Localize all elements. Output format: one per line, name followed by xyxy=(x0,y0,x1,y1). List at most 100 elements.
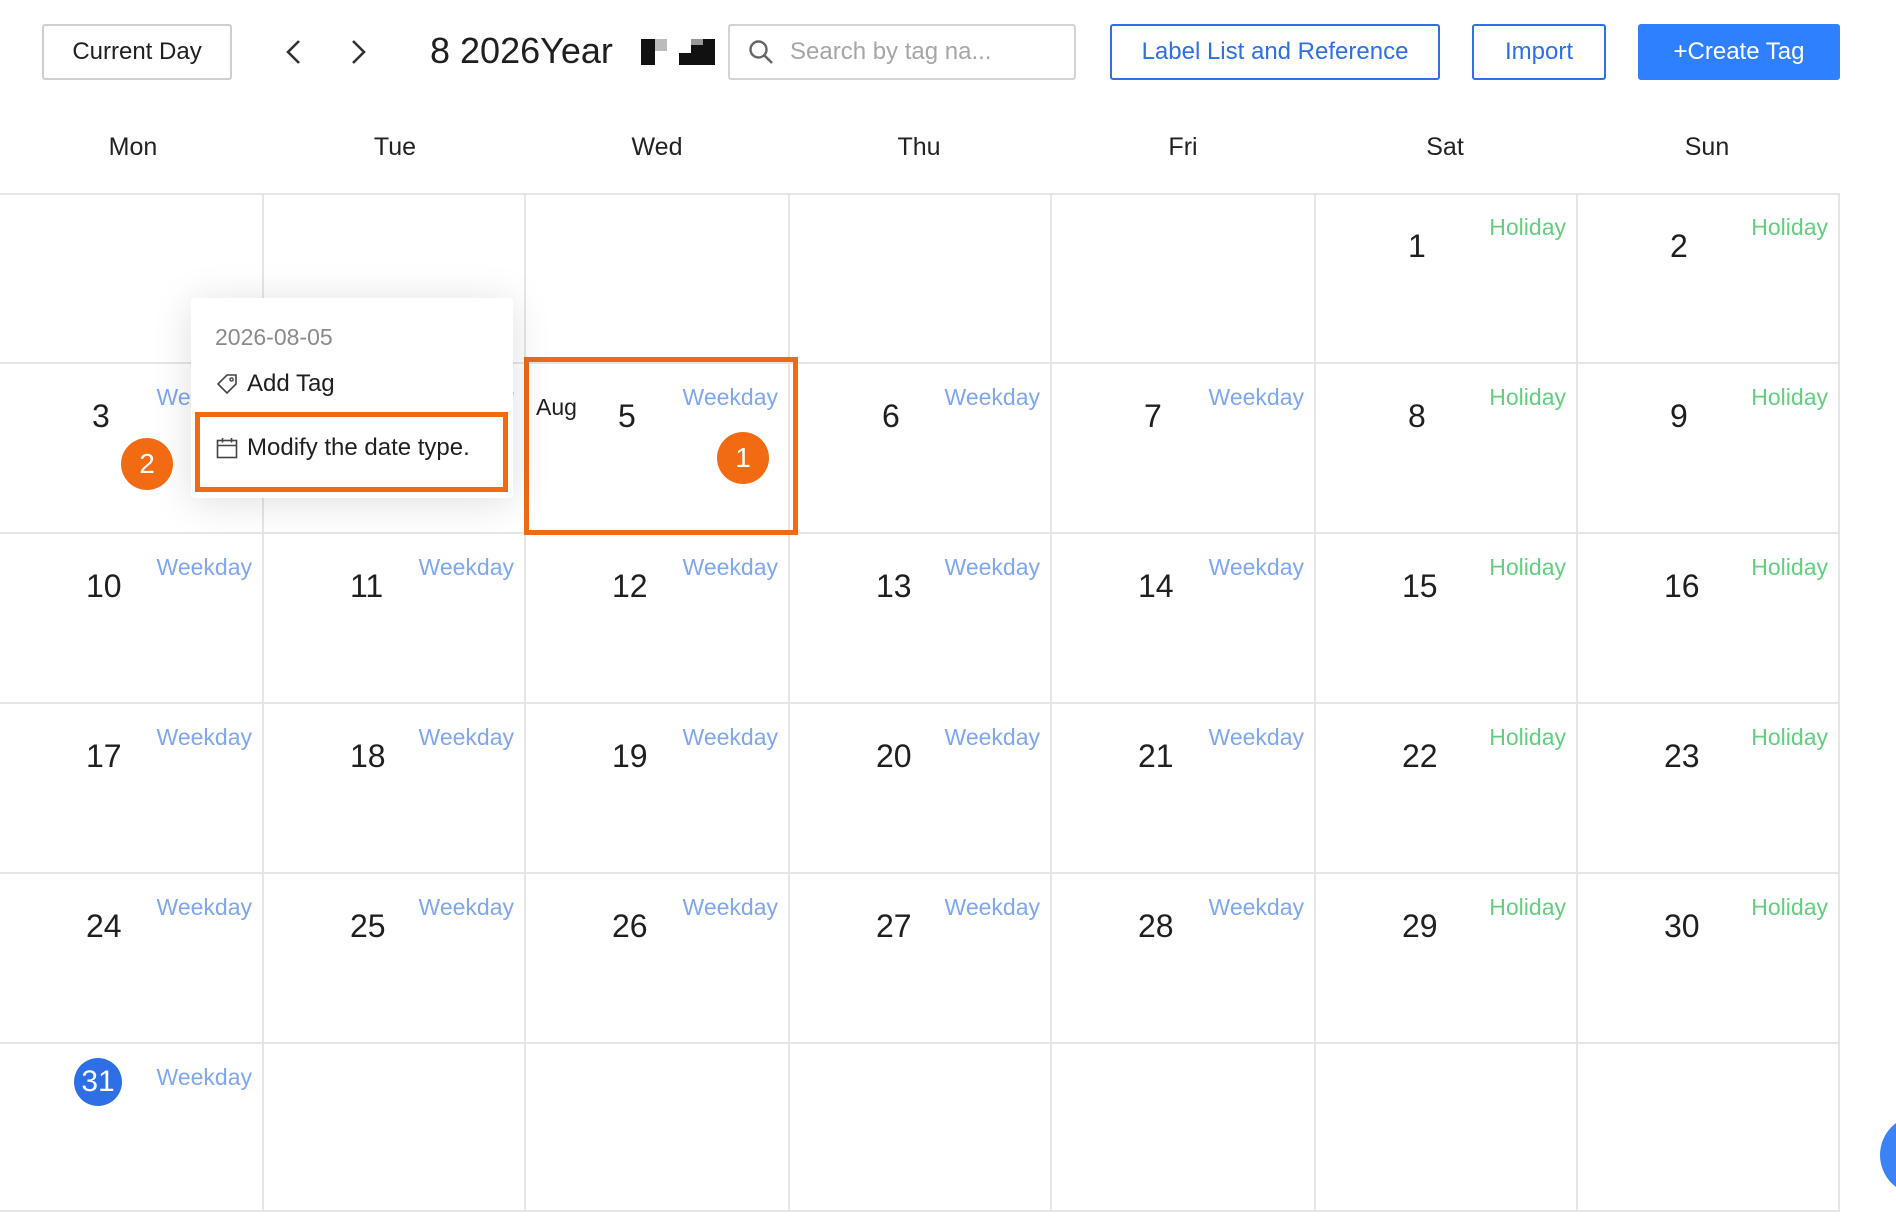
calendar-cell[interactable]: 8 Holiday xyxy=(1316,364,1578,534)
weekday-label: Weekday xyxy=(944,724,1040,750)
search-input[interactable] xyxy=(788,37,1052,67)
weekday-label: Weekday xyxy=(682,724,778,750)
month-year-title: 8 2026Year xyxy=(430,30,613,71)
calendar-cell[interactable]: 30 Holiday xyxy=(1578,874,1840,1044)
calendar-cell[interactable] xyxy=(526,194,790,364)
current-day-button[interactable]: Current Day xyxy=(42,24,232,80)
calendar-cell[interactable]: 23 Holiday xyxy=(1578,704,1840,874)
calendar-cell[interactable]: 1 Holiday xyxy=(1316,194,1578,364)
holiday-label: Holiday xyxy=(1751,894,1828,920)
search-box[interactable] xyxy=(728,24,1076,80)
calendar-cell[interactable]: 13 Weekday xyxy=(790,534,1052,704)
calendar-cell[interactable]: 11 Weekday xyxy=(264,534,526,704)
calendar-cell[interactable]: 25 Weekday xyxy=(264,874,526,1044)
prev-month-button[interactable] xyxy=(281,35,305,75)
today-marker[interactable]: 31 xyxy=(74,1058,122,1106)
weekday-label: Weekday xyxy=(944,894,1040,920)
day-number: 21 xyxy=(1138,738,1174,774)
calendar-cell[interactable]: 22 Holiday xyxy=(1316,704,1578,874)
calendar-cell[interactable] xyxy=(1316,1044,1578,1212)
weekday-header-sun: Sun xyxy=(1684,133,1730,161)
weekday-header-thu: Thu xyxy=(897,133,941,161)
day-number: 3 xyxy=(92,398,110,434)
day-number: 9 xyxy=(1670,398,1688,434)
calendar-cell[interactable]: 14 Weekday xyxy=(1052,534,1316,704)
label-list-button[interactable]: Label List and Reference xyxy=(1110,24,1440,80)
calendar-cell[interactable]: 20 Weekday xyxy=(790,704,1052,874)
weekday-label: Weekday xyxy=(682,554,778,580)
calendar-cell[interactable]: 6 Weekday xyxy=(790,364,1052,534)
day-number: 2 xyxy=(1670,228,1688,264)
calendar-cell[interactable] xyxy=(790,1044,1052,1212)
calendar-cell[interactable]: 24 Weekday xyxy=(0,874,264,1044)
calendar-cell[interactable] xyxy=(526,1044,790,1212)
calendar-cell[interactable] xyxy=(1578,1044,1840,1212)
weekday-label: Weekday xyxy=(156,554,252,580)
chevron-left-icon xyxy=(286,40,300,64)
weekday-label: Weekday xyxy=(1208,724,1304,750)
create-tag-button[interactable]: +Create Tag xyxy=(1638,24,1840,80)
day-number: 10 xyxy=(86,568,122,604)
holiday-label: Holiday xyxy=(1489,554,1566,580)
weekday-header-mon: Mon xyxy=(108,133,158,161)
calendar-cell[interactable] xyxy=(790,194,1052,364)
calendar-cell[interactable]: 26 Weekday xyxy=(526,874,790,1044)
day-number: 17 xyxy=(86,738,122,774)
weekday-label: Weekday xyxy=(156,724,252,750)
day-number: 30 xyxy=(1664,908,1700,944)
calendar-cell[interactable]: 27 Weekday xyxy=(790,874,1052,1044)
weekday-label: Weekday xyxy=(682,894,778,920)
calendar-cell[interactable]: 10 Weekday xyxy=(0,534,264,704)
add-tag-menu-item[interactable]: Add Tag xyxy=(215,370,335,398)
calendar-cell[interactable]: 9 Holiday xyxy=(1578,364,1840,534)
popup-date: 2026-08-05 xyxy=(215,324,333,350)
holiday-label: Holiday xyxy=(1751,554,1828,580)
calendar-cell[interactable]: 7 Weekday xyxy=(1052,364,1316,534)
day-number: 11 xyxy=(350,568,384,604)
calendar-cell[interactable]: 28 Weekday xyxy=(1052,874,1316,1044)
weekday-label: Weekday xyxy=(1208,894,1304,920)
day-number: 15 xyxy=(1402,568,1438,604)
weekday-label: Weekday xyxy=(156,894,252,920)
weekday-label: Weekday xyxy=(944,384,1040,410)
day-number: 7 xyxy=(1144,398,1162,434)
calendar-cell[interactable]: 17 Weekday xyxy=(0,704,264,874)
day-number: 24 xyxy=(86,908,122,944)
day-number: 26 xyxy=(612,908,648,944)
import-button[interactable]: Import xyxy=(1472,24,1606,80)
holiday-label: Holiday xyxy=(1751,384,1828,410)
calendar-cell[interactable]: 29 Holiday xyxy=(1316,874,1578,1044)
calendar-cell[interactable]: 21 Weekday xyxy=(1052,704,1316,874)
floating-help-button[interactable] xyxy=(1880,1115,1896,1195)
calendar-cell[interactable]: 19 Weekday xyxy=(526,704,790,874)
view-toggle-icon[interactable] xyxy=(641,39,715,70)
day-number: 19 xyxy=(612,738,648,774)
weekday-header-tue: Tue xyxy=(373,133,417,161)
day-number: 13 xyxy=(876,568,912,604)
calendar-cell[interactable]: 16 Holiday xyxy=(1578,534,1840,704)
holiday-label: Holiday xyxy=(1751,724,1828,750)
holiday-label: Holiday xyxy=(1489,214,1566,240)
calendar-cell[interactable]: 12 Weekday xyxy=(526,534,790,704)
holiday-label: Holiday xyxy=(1751,214,1828,240)
add-tag-label: Add Tag xyxy=(247,370,335,397)
calendar-cell[interactable] xyxy=(264,1044,526,1212)
calendar-cell[interactable]: 2 Holiday xyxy=(1578,194,1840,364)
weekday-label: Weekday xyxy=(418,894,514,920)
weekday-label: Weekday xyxy=(418,724,514,750)
holiday-label: Holiday xyxy=(1489,724,1566,750)
calendar-cell[interactable] xyxy=(1052,194,1316,364)
weekday-header-wed: Wed xyxy=(631,133,683,161)
next-month-button[interactable] xyxy=(347,35,371,75)
weekday-label: Weekday xyxy=(418,554,514,580)
calendar-cell[interactable]: 15 Holiday xyxy=(1316,534,1578,704)
calendar-cell[interactable]: Weekday xyxy=(0,1044,264,1212)
day-number: 29 xyxy=(1402,908,1438,944)
search-icon xyxy=(749,40,773,64)
day-number: 18 xyxy=(350,738,386,774)
step-badge-1: 1 xyxy=(717,432,769,484)
day-number: 23 xyxy=(1664,738,1700,774)
calendar-cell[interactable] xyxy=(1052,1044,1316,1212)
day-number: 25 xyxy=(350,908,386,944)
calendar-cell[interactable]: 18 Weekday xyxy=(264,704,526,874)
